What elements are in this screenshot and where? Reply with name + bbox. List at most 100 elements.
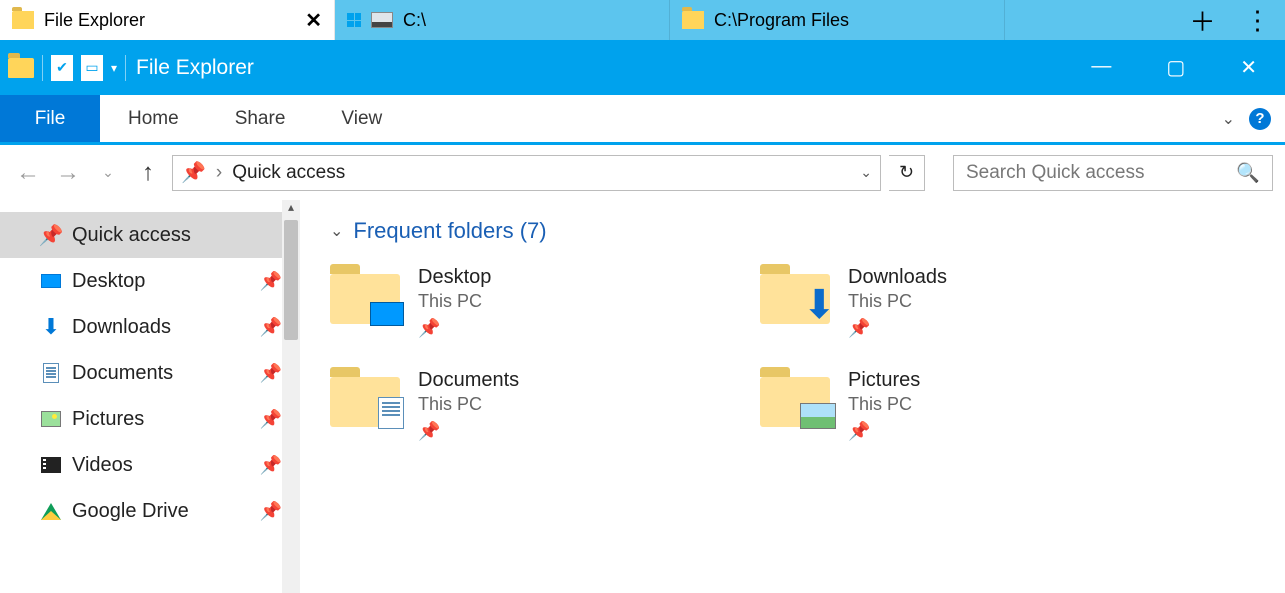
drive-icon <box>371 12 393 28</box>
minimize-button[interactable]: — <box>1091 55 1111 80</box>
address-dropdown[interactable]: ⌄ <box>860 164 872 181</box>
videos-icon <box>41 457 61 473</box>
sidebar-item-label: Quick access <box>72 224 191 247</box>
tab-file-explorer[interactable]: File Explorer ✕ <box>0 0 335 40</box>
tab-program-files[interactable]: C:\Program Files <box>670 0 1005 40</box>
sidebar-item-quick-access[interactable]: 📌 Quick access <box>0 212 300 258</box>
ribbon-tab-share[interactable]: Share <box>207 95 314 142</box>
tab-c-drive[interactable]: C:\ <box>335 0 670 40</box>
scroll-up-icon[interactable]: ▴ <box>282 200 300 218</box>
downloads-icon: ⬇ <box>40 314 62 340</box>
windows-icon <box>347 13 361 27</box>
tab-label: File Explorer <box>44 10 145 31</box>
folder-card-desktop[interactable]: Desktop This PC 📌 <box>330 266 760 339</box>
back-button[interactable]: ← <box>12 159 44 187</box>
maximize-button[interactable]: ▢ <box>1166 55 1185 80</box>
navigation-pane: 📌 Quick access Desktop 📌 ⬇ Downloads 📌 D… <box>0 200 300 593</box>
pin-icon[interactable]: 📌 <box>260 455 282 476</box>
sidebar-scrollbar[interactable]: ▴ <box>282 200 300 593</box>
folder-card-pictures[interactable]: Pictures This PC 📌 <box>760 369 1190 442</box>
pin-icon: 📌 <box>418 421 519 442</box>
google-drive-icon <box>41 503 61 520</box>
window-title: File Explorer <box>136 56 254 80</box>
qat-customize-button[interactable]: ▾ <box>111 61 117 75</box>
quick-access-toolbar: ✔ ▭ ▾ <box>8 55 126 81</box>
pin-icon: 📌 <box>848 318 947 339</box>
search-icon[interactable]: 🔍 <box>1236 161 1260 185</box>
folder-icon <box>760 369 830 427</box>
quick-access-icon: 📌 <box>181 160 206 185</box>
sidebar-item-label: Pictures <box>72 408 144 431</box>
sidebar-item-documents[interactable]: Documents 📌 <box>0 350 300 396</box>
folder-name: Desktop <box>418 266 491 289</box>
qat-newfolder-button[interactable]: ▭ <box>81 55 103 81</box>
pictures-overlay-icon <box>800 403 836 429</box>
ribbon-tab-home[interactable]: Home <box>100 95 207 142</box>
navigation-bar: ← → ⌄ ↑ 📌 › Quick access ⌄ ↻ Search Quic… <box>0 145 1285 200</box>
pin-icon[interactable]: 📌 <box>260 363 282 384</box>
pin-icon[interactable]: 📌 <box>260 317 282 338</box>
pin-icon: 📌 <box>848 421 920 442</box>
qat-properties-button[interactable]: ✔ <box>51 55 73 81</box>
tab-strip: File Explorer ✕ C:\ C:\Program Files ＋ ⋮ <box>0 0 1285 40</box>
folder-name: Pictures <box>848 369 920 392</box>
folder-icon <box>330 266 400 324</box>
downloads-overlay-icon: ⬇ <box>802 282 836 328</box>
pictures-icon <box>41 411 61 427</box>
documents-overlay-icon <box>378 397 404 429</box>
sidebar-item-videos[interactable]: Videos 📌 <box>0 442 300 488</box>
star-icon: 📌 <box>40 223 62 248</box>
sidebar-item-downloads[interactable]: ⬇ Downloads 📌 <box>0 304 300 350</box>
refresh-button[interactable]: ↻ <box>889 155 925 191</box>
chevron-down-icon[interactable]: ⌄ <box>330 221 343 241</box>
folder-icon: ⬇ <box>760 266 830 324</box>
pin-icon[interactable]: 📌 <box>260 409 282 430</box>
folder-icon <box>682 11 704 29</box>
folder-location: This PC <box>848 394 920 415</box>
pin-icon[interactable]: 📌 <box>260 501 282 522</box>
content-pane: ⌄ Frequent folders (7) Desktop This PC 📌… <box>300 200 1285 593</box>
folder-icon <box>12 11 34 29</box>
folder-name: Documents <box>418 369 519 392</box>
folder-location: This PC <box>418 394 519 415</box>
sidebar-item-label: Documents <box>72 362 173 385</box>
sidebar-item-google-drive[interactable]: Google Drive 📌 <box>0 488 300 534</box>
tab-menu-button[interactable]: ⋮ <box>1230 0 1285 40</box>
app-icon[interactable] <box>8 58 34 78</box>
ribbon-collapse-button[interactable]: ⌄ <box>1222 109 1235 129</box>
title-bar: ✔ ▭ ▾ File Explorer — ▢ ✕ <box>0 40 1285 95</box>
desktop-icon <box>41 274 61 288</box>
ribbon: File Home Share View ⌄ ? <box>0 95 1285 145</box>
group-header-frequent[interactable]: ⌄ Frequent folders (7) <box>330 218 1255 244</box>
sidebar-item-label: Google Drive <box>72 500 189 523</box>
search-placeholder: Search Quick access <box>966 162 1236 184</box>
history-dropdown[interactable]: ⌄ <box>92 164 124 181</box>
group-label: Frequent folders (7) <box>353 218 546 244</box>
pin-icon[interactable]: 📌 <box>260 271 282 292</box>
main-area: 📌 Quick access Desktop 📌 ⬇ Downloads 📌 D… <box>0 200 1285 593</box>
up-button[interactable]: ↑ <box>132 159 164 187</box>
tab-label: C:\ <box>403 10 426 31</box>
divider <box>125 55 126 81</box>
folder-location: This PC <box>848 291 947 312</box>
close-window-button[interactable]: ✕ <box>1240 55 1257 80</box>
tab-label: C:\Program Files <box>714 10 849 31</box>
breadcrumb-separator: › <box>216 162 222 184</box>
folder-card-documents[interactable]: Documents This PC 📌 <box>330 369 760 442</box>
sidebar-item-label: Videos <box>72 454 133 477</box>
forward-button[interactable]: → <box>52 159 84 187</box>
ribbon-file-tab[interactable]: File <box>0 95 100 142</box>
new-tab-button[interactable]: ＋ <box>1175 0 1230 40</box>
ribbon-tab-view[interactable]: View <box>313 95 410 142</box>
sidebar-item-desktop[interactable]: Desktop 📌 <box>0 258 300 304</box>
breadcrumb-location[interactable]: Quick access <box>232 162 345 184</box>
close-icon[interactable]: ✕ <box>305 8 322 33</box>
folder-card-downloads[interactable]: ⬇ Downloads This PC 📌 <box>760 266 1190 339</box>
scroll-thumb[interactable] <box>284 220 298 340</box>
help-button[interactable]: ? <box>1249 108 1271 130</box>
pin-icon: 📌 <box>418 318 491 339</box>
sidebar-item-pictures[interactable]: Pictures 📌 <box>0 396 300 442</box>
address-bar[interactable]: 📌 › Quick access ⌄ <box>172 155 881 191</box>
divider <box>42 55 43 81</box>
search-box[interactable]: Search Quick access 🔍 <box>953 155 1273 191</box>
